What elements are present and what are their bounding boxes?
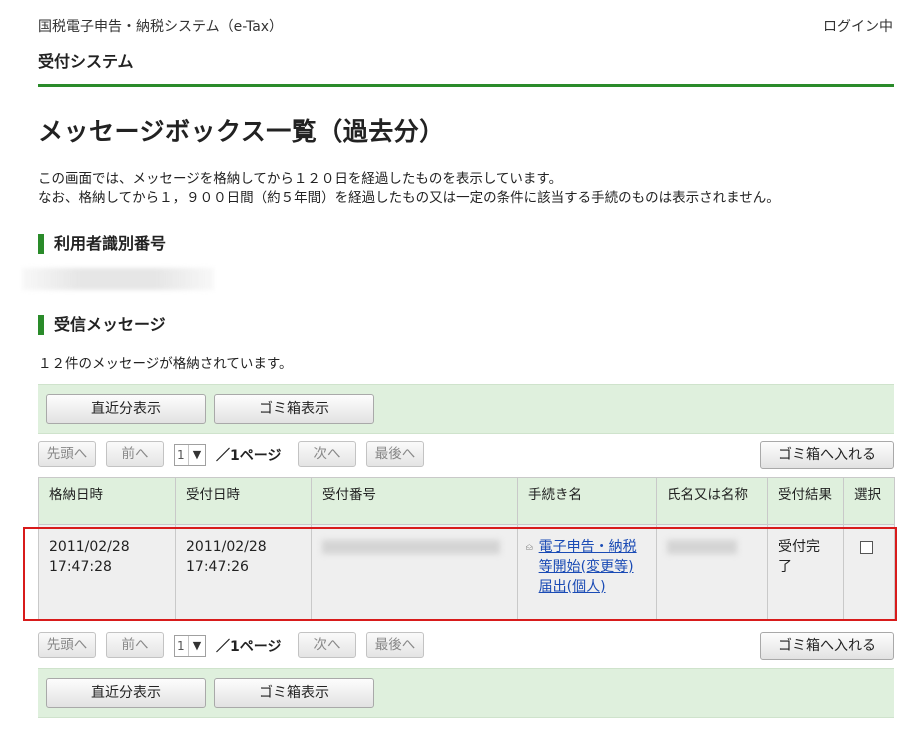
message-count: １２件のメッセージが格納されています。 <box>38 356 293 372</box>
col-receipt-number[interactable]: 受付番号 <box>311 477 518 525</box>
table-header-row: 格納日時 受付日時 受付番号 手続き名 氏名又は名称 受付結果 選択 <box>38 477 895 525</box>
trash-view-button-bottom[interactable]: ゴミ箱表示 <box>214 678 374 708</box>
message-table-wrap: 格納日時 受付日時 受付番号 手続き名 氏名又は名称 受付結果 選択 2011/… <box>38 477 895 620</box>
page-select-value-bottom: 1 <box>177 639 185 653</box>
col-result[interactable]: 受付結果 <box>767 477 844 525</box>
next-page-button[interactable]: 次へ <box>298 441 356 467</box>
page-info: ／1ページ <box>216 448 282 464</box>
first-page-button-bottom[interactable]: 先頭へ <box>38 632 96 658</box>
last-page-button-bottom[interactable]: 最後へ <box>366 632 424 658</box>
page-select[interactable]: 1 ▼ <box>174 444 206 466</box>
move-to-trash-button-bottom[interactable]: ゴミ箱へ入れる <box>760 632 894 660</box>
name-redacted <box>667 540 737 554</box>
first-page-button[interactable]: 先頭へ <box>38 441 96 467</box>
trash-view-button[interactable]: ゴミ箱表示 <box>214 394 374 424</box>
stored-datetime-cell: 2011/02/28 17:47:28 <box>38 524 176 620</box>
user-id-redacted <box>22 268 214 290</box>
message-table: 格納日時 受付日時 受付番号 手続き名 氏名又は名称 受付結果 選択 2011/… <box>38 477 895 620</box>
received-date: 2011/02/28 <box>186 539 267 555</box>
page-title: メッセージボックス一覧（過去分） <box>38 117 445 146</box>
inbox-heading: 受信メッセージ <box>38 315 166 335</box>
prev-page-button-bottom[interactable]: 前へ <box>106 632 164 658</box>
received-datetime-cell: 2011/02/28 17:47:26 <box>175 524 312 620</box>
page-info-bottom: ／1ページ <box>216 639 282 655</box>
col-received-datetime[interactable]: 受付日時 <box>175 477 312 525</box>
envelope-open-icon <box>526 544 533 550</box>
subsystem-name: 受付システム <box>38 52 134 71</box>
next-page-button-bottom[interactable]: 次へ <box>298 632 356 658</box>
stored-time: 17:47:28 <box>49 559 112 575</box>
description-line-2: なお、格納してから１，９００日間（約５年間）を経過したもの又は一定の条件に該当す… <box>38 190 780 206</box>
system-name: 国税電子申告・納税システム（e-Tax） <box>38 19 284 35</box>
name-cell <box>656 524 768 620</box>
chevron-down-icon: ▼ <box>188 636 205 656</box>
col-procedure-name[interactable]: 手続き名 <box>517 477 657 525</box>
recent-view-button-bottom[interactable]: 直近分表示 <box>46 678 206 708</box>
view-toggle-panel-top: 直近分表示 ゴミ箱表示 <box>38 384 894 434</box>
move-to-trash-button[interactable]: ゴミ箱へ入れる <box>760 441 894 469</box>
description-line-1: この画面では、メッセージを格納してから１２０日を経過したものを表示しています。 <box>38 171 563 187</box>
user-id-heading: 利用者識別番号 <box>38 234 166 254</box>
recent-view-button[interactable]: 直近分表示 <box>46 394 206 424</box>
receipt-number-cell <box>311 524 518 620</box>
prev-page-button[interactable]: 前へ <box>106 441 164 467</box>
header-divider <box>38 84 894 87</box>
col-name[interactable]: 氏名又は名称 <box>656 477 768 525</box>
select-cell <box>843 524 895 620</box>
page-select-bottom[interactable]: 1 ▼ <box>174 635 206 657</box>
pager-bottom: 先頭へ 前へ 1 ▼ ／1ページ 次へ 最後へ ゴミ箱へ入れる <box>0 632 903 662</box>
last-page-button[interactable]: 最後へ <box>366 441 424 467</box>
result-cell: 受付完了 <box>767 524 844 620</box>
page-select-value: 1 <box>177 448 185 462</box>
result-text: 受付完了 <box>778 539 820 575</box>
col-select: 選択 <box>843 477 895 525</box>
receipt-number-redacted <box>322 540 500 554</box>
pager-top: 先頭へ 前へ 1 ▼ ／1ページ 次へ 最後へ ゴミ箱へ入れる <box>0 441 903 471</box>
login-status: ログイン中 <box>823 19 893 35</box>
procedure-link[interactable]: 電子申告・納税等開始(変更等)届出(個人) <box>539 537 646 597</box>
select-checkbox[interactable] <box>860 541 873 554</box>
stored-date: 2011/02/28 <box>49 539 130 555</box>
view-toggle-panel-bottom: 直近分表示 ゴミ箱表示 <box>38 668 894 718</box>
chevron-down-icon: ▼ <box>188 445 205 465</box>
procedure-name-cell: 電子申告・納税等開始(変更等)届出(個人) <box>517 524 657 620</box>
table-row: 2011/02/28 17:47:28 2011/02/28 17:47:26 <box>38 524 895 620</box>
received-time: 17:47:26 <box>186 559 249 575</box>
page-description: この画面では、メッセージを格納してから１２０日を経過したものを表示しています。 … <box>38 170 780 208</box>
col-stored-datetime[interactable]: 格納日時 <box>38 477 176 525</box>
